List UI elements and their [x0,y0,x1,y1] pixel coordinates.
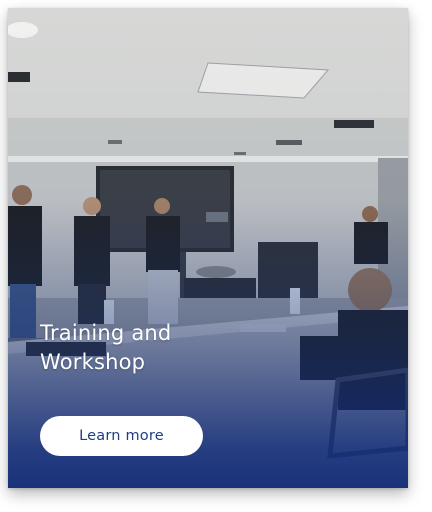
training-card[interactable]: Training and Workshop Learn more [8,8,408,488]
learn-more-button[interactable]: Learn more [40,416,203,456]
card-title: Training and Workshop [40,321,172,374]
page: Training and Workshop Learn more [0,0,432,512]
